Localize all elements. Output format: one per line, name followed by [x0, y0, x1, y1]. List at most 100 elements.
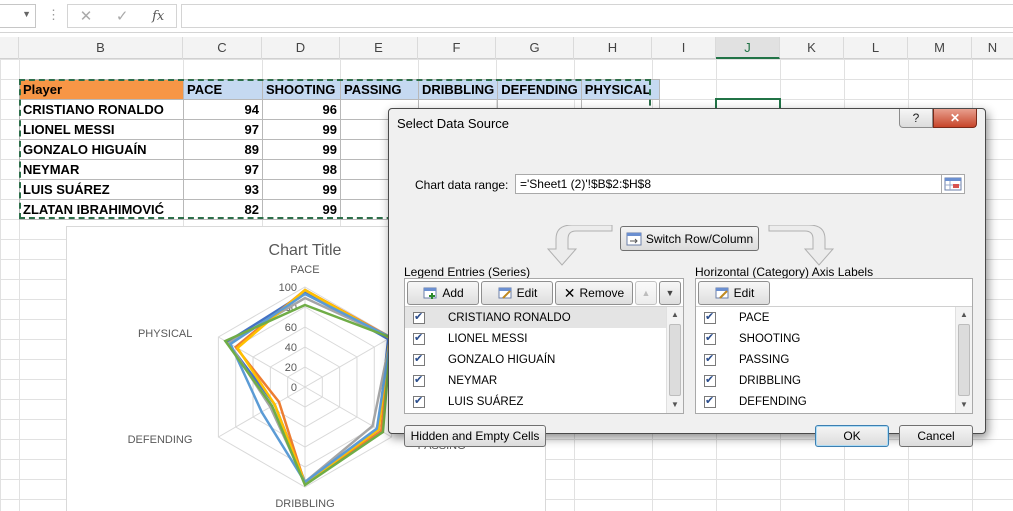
category-name: DRIBBLING — [739, 374, 801, 387]
formula-input[interactable] — [181, 4, 1013, 28]
column-header-c[interactable]: C — [183, 37, 262, 59]
edit-label: Edit — [516, 286, 538, 300]
value-cell[interactable]: 99 — [262, 139, 341, 160]
category-checkbox[interactable] — [704, 352, 716, 366]
chevron-down-icon[interactable]: ▼ — [22, 9, 31, 19]
add-series-button[interactable]: Add — [407, 281, 479, 305]
list-item[interactable]: NEYMAR — [405, 370, 666, 391]
select-all-corner[interactable] — [0, 37, 19, 59]
player-cell[interactable]: GONZALO HIGUAÍN — [19, 139, 184, 160]
scroll-thumb[interactable] — [669, 324, 681, 396]
header-cell-player[interactable]: Player — [19, 79, 184, 100]
collapse-dialog-button[interactable] — [941, 174, 965, 194]
value-cell[interactable]: 97 — [183, 119, 263, 140]
category-list: PACE SHOOTING PASSING DRIBBLING DEFENDIN… — [696, 307, 955, 413]
radar-axis-label: PHYSICAL — [138, 328, 192, 340]
value-cell[interactable]: 82 — [183, 199, 263, 220]
series-checkbox[interactable] — [413, 310, 425, 324]
header-cell-shooting[interactable]: SHOOTING — [262, 79, 341, 100]
column-header-m[interactable]: M — [908, 37, 972, 59]
column-header-d[interactable]: D — [262, 37, 340, 59]
value-cell[interactable]: 96 — [262, 99, 341, 120]
radar-tick-label: 0 — [291, 382, 297, 394]
list-item[interactable]: SHOOTING — [696, 328, 955, 349]
name-box[interactable]: ▼ — [0, 4, 36, 28]
close-button[interactable]: ✕ — [933, 109, 977, 128]
player-cell[interactable]: LIONEL MESSI — [19, 119, 184, 140]
series-checkbox[interactable] — [413, 373, 425, 387]
enter-icon[interactable]: ✓ — [116, 7, 129, 25]
series-checkbox[interactable] — [413, 394, 425, 408]
column-header-e[interactable]: E — [340, 37, 418, 59]
list-item[interactable]: CRISTIANO RONALDO — [405, 307, 666, 328]
series-checkbox[interactable] — [413, 331, 425, 345]
value-cell[interactable]: 94 — [183, 99, 263, 120]
edit-axis-labels-button[interactable]: Edit — [698, 281, 770, 305]
header-cell-defending[interactable]: DEFENDING — [497, 79, 582, 100]
column-header-i[interactable]: I — [652, 37, 716, 59]
column-header-h[interactable]: H — [574, 37, 652, 59]
column-header-b[interactable]: B — [19, 37, 183, 59]
value-cell[interactable]: 93 — [183, 179, 263, 200]
series-checkbox[interactable] — [413, 352, 425, 366]
header-cell-pace[interactable]: PACE — [183, 79, 263, 100]
value-cell[interactable]: 89 — [183, 139, 263, 160]
header-cell-physical[interactable]: PHYSICAL — [580, 79, 660, 100]
switch-icon — [626, 232, 642, 245]
header-cell-passing[interactable]: PASSING — [340, 79, 419, 100]
category-name: SHOOTING — [739, 332, 801, 345]
category-checkbox[interactable] — [704, 373, 716, 387]
column-header-k[interactable]: K — [780, 37, 844, 59]
remove-series-button[interactable]: ✕ Remove — [555, 281, 633, 305]
radar-spoke — [304, 336, 392, 388]
list-item[interactable]: GONZALO HIGUAÍN — [405, 349, 666, 370]
player-cell[interactable]: LUIS SUÁREZ — [19, 179, 184, 200]
scroll-thumb[interactable] — [958, 324, 970, 396]
cancel-button[interactable]: Cancel — [899, 425, 973, 447]
value-cell[interactable]: 98 — [262, 159, 341, 180]
column-header-l[interactable]: L — [844, 37, 908, 59]
column-header-f[interactable]: F — [418, 37, 496, 59]
insert-function-icon[interactable]: fx — [152, 9, 164, 24]
switch-row-column-button[interactable]: Switch Row/Column — [620, 226, 759, 251]
value-cell[interactable]: 99 — [262, 199, 341, 220]
value-cell[interactable]: 99 — [262, 179, 341, 200]
column-header-j[interactable]: J — [716, 37, 780, 59]
player-cell[interactable]: CRISTIANO RONALDO — [19, 99, 184, 120]
edit-series-button[interactable]: Edit — [481, 281, 553, 305]
scroll-down-icon[interactable]: ▼ — [667, 397, 683, 413]
radar-axis-label: PACE — [290, 264, 319, 276]
value-cell[interactable]: 99 — [262, 119, 341, 140]
legend-entries-panel: Add Edit ✕ Remove ▲ ▼ CRISTIANO RONALDO — [404, 278, 684, 414]
list-item[interactable]: PACE — [696, 307, 955, 328]
move-up-button[interactable]: ▲ — [635, 281, 657, 305]
scroll-up-icon[interactable]: ▲ — [956, 307, 972, 323]
scroll-up-icon[interactable]: ▲ — [667, 307, 683, 323]
column-header-n[interactable]: N — [972, 37, 1013, 59]
chart-data-range-input[interactable] — [515, 174, 964, 194]
category-checkbox[interactable] — [704, 310, 716, 324]
category-scrollbar[interactable]: ▲ ▼ — [955, 307, 972, 413]
category-checkbox[interactable] — [704, 394, 716, 408]
category-checkbox[interactable] — [704, 331, 716, 345]
list-item[interactable]: PASSING — [696, 349, 955, 370]
player-cell[interactable]: ZLATAN IBRAHIMOVIĆ — [19, 199, 184, 220]
player-cell[interactable]: NEYMAR — [19, 159, 184, 180]
move-down-button[interactable]: ▼ — [659, 281, 681, 305]
chart-title[interactable]: Chart Title — [269, 242, 342, 259]
list-item[interactable]: DRIBBLING — [696, 370, 955, 391]
cancel-icon[interactable]: ✕ — [80, 7, 93, 25]
list-item[interactable]: LIONEL MESSI — [405, 328, 666, 349]
help-button[interactable]: ? — [899, 109, 933, 128]
list-item[interactable]: DEFENDING — [696, 391, 955, 412]
edit-icon — [715, 287, 729, 299]
series-scrollbar[interactable]: ▲ ▼ — [666, 307, 683, 413]
list-item[interactable]: LUIS SUÁREZ — [405, 391, 666, 412]
column-header-g[interactable]: G — [496, 37, 574, 59]
ok-button[interactable]: OK — [815, 425, 889, 447]
triangle-up-icon: ▲ — [641, 288, 651, 298]
header-cell-dribbling[interactable]: DRIBBLING — [417, 79, 499, 100]
hidden-and-empty-cells-button[interactable]: Hidden and Empty Cells — [404, 425, 546, 447]
value-cell[interactable]: 97 — [183, 159, 263, 180]
scroll-down-icon[interactable]: ▼ — [956, 397, 972, 413]
